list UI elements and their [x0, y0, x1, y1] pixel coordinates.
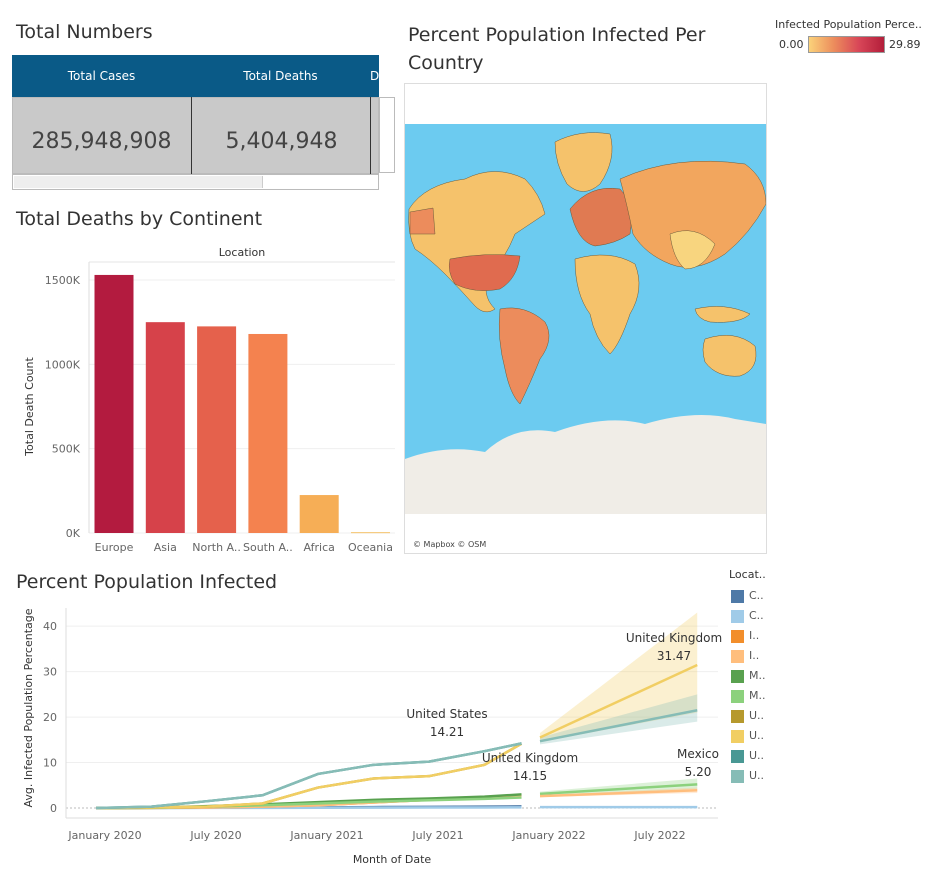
legend-swatch — [731, 650, 744, 663]
line-legend-item[interactable]: I.. — [729, 627, 809, 647]
color-legend: Infected Population Perce.. 0.00 29.89 — [775, 18, 935, 58]
legend-label: M.. — [749, 689, 766, 702]
legend-swatch — [731, 770, 744, 783]
kpi-header-total-cases: Total Cases — [67, 69, 136, 83]
legend-label: C.. — [749, 609, 764, 622]
annotation-name: United States — [406, 707, 487, 721]
kpi-divider — [370, 97, 371, 174]
annotation-value: 31.47 — [657, 649, 691, 663]
bar-y-axis-label: Total Death Count — [23, 357, 36, 457]
kpi-table: Total Cases Total Deaths D 285,948,908 5… — [12, 55, 379, 190]
bar-header: Location — [219, 246, 266, 259]
legend-swatch — [731, 750, 744, 763]
bar-y-tick-label: 1500K — [45, 274, 81, 287]
line-y-axis-label: Avg. Infected Population Percentage — [22, 608, 35, 807]
bar-x-tick-label: Africa — [304, 541, 335, 554]
legend-max: 29.89 — [889, 38, 921, 51]
scrollbar-thumb[interactable] — [14, 176, 263, 188]
line-legend: Locat.. C.. C.. I.. I.. M.. M.. U.. U.. U.. U.. — [729, 568, 809, 787]
map-title: Percent Population Infected Per Country — [408, 21, 705, 77]
annotation-name: Mexico — [677, 747, 719, 761]
kpi-horizontal-scrollbar[interactable] — [12, 174, 379, 190]
map-credit: © Mapbox © OSM — [413, 540, 487, 549]
legend-min: 0.00 — [779, 38, 804, 51]
bar-x-tick-label: Europe — [95, 541, 134, 554]
alaska — [409, 207, 436, 235]
legend-label: U.. — [749, 709, 765, 722]
legend-label: U.. — [749, 729, 765, 742]
line-x-tick-label: July 2022 — [633, 829, 685, 842]
line-legend-item[interactable]: M.. — [729, 687, 809, 707]
legend-swatch — [731, 670, 744, 683]
bar-x-tick-label: South A.. — [243, 541, 293, 554]
bar — [94, 274, 134, 533]
line-y-tick-label: 0 — [50, 802, 57, 815]
legend-label: C.. — [749, 589, 764, 602]
bar-x-tick-label: Asia — [154, 541, 177, 554]
bar — [299, 495, 339, 533]
line-x-tick-label: January 2021 — [289, 829, 363, 842]
legend-label: I.. — [749, 629, 760, 642]
legend-title: Infected Population Perce.. — [775, 18, 922, 31]
line-x-tick-label: January 2022 — [511, 829, 585, 842]
line-y-tick-label: 10 — [43, 757, 57, 770]
line-chart: 0 10 20 30 40 January 2020 July 2020 January 20… — [22, 608, 722, 866]
bar-chart: Location 0K 500K 1000K 1500K Total Death Coun… — [23, 246, 395, 554]
line-legend-title: Locat.. — [729, 568, 766, 581]
kpi-value-total-cases: 285,948,908 — [31, 129, 172, 154]
line-x-tick-label: July 2021 — [411, 829, 463, 842]
kpi-title: Total Numbers — [16, 21, 153, 43]
map-title-line1: Percent Population Infected Per — [408, 24, 706, 46]
legend-label: U.. — [749, 769, 765, 782]
bar — [145, 322, 185, 533]
bar — [351, 532, 390, 534]
kpi-header-total-deaths: Total Deaths — [243, 69, 318, 83]
bar-x-tick-label: Oceania — [348, 541, 393, 554]
line-x-tick-label: July 2020 — [189, 829, 241, 842]
bar-y-tick-label: 1000K — [45, 358, 81, 371]
legend-swatch — [731, 590, 744, 603]
annotation-name: United Kingdom — [482, 751, 578, 765]
line-legend-item[interactable]: C.. — [729, 607, 809, 627]
world-map[interactable]: © Mapbox © OSM — [404, 83, 767, 554]
annotation-value: 14.15 — [513, 769, 547, 783]
bar — [197, 326, 237, 533]
legend-gradient — [808, 36, 885, 53]
annotation-value: 14.21 — [430, 725, 464, 739]
line-x-axis-label: Month of Date — [353, 853, 432, 866]
legend-label: I.. — [749, 649, 760, 662]
bar-y-tick-label: 0K — [66, 527, 81, 540]
annotation-value: 5.20 — [685, 765, 712, 779]
legend-label: U.. — [749, 749, 765, 762]
line-legend-item[interactable]: C.. — [729, 587, 809, 607]
line-x-tick-label: January 2020 — [67, 829, 141, 842]
legend-swatch — [731, 610, 744, 623]
line-y-tick-label: 30 — [43, 666, 57, 679]
line-legend-item[interactable]: I.. — [729, 647, 809, 667]
map-canvas[interactable] — [405, 84, 766, 553]
legend-label: M.. — [749, 669, 766, 682]
legend-swatch — [731, 690, 744, 703]
legend-swatch — [731, 630, 744, 643]
bar-x-tick-label: North A.. — [192, 541, 241, 554]
kpi-header-truncated: D — [370, 69, 379, 83]
line-legend-item[interactable]: U.. — [729, 707, 809, 727]
line-y-tick-label: 40 — [43, 620, 57, 633]
line-legend-item[interactable]: M.. — [729, 667, 809, 687]
line-title: Percent Population Infected — [16, 571, 278, 593]
annotation-name: United Kingdom — [626, 631, 722, 645]
bar-y-tick-label: 500K — [52, 443, 81, 456]
kpi-value-total-deaths: 5,404,948 — [225, 129, 338, 154]
line-legend-item[interactable]: U.. — [729, 747, 809, 767]
line-legend-item[interactable]: U.. — [729, 767, 809, 787]
kpi-vertical-scrollbar[interactable] — [379, 97, 395, 173]
line-y-tick-label: 20 — [43, 711, 57, 724]
map-title-line2: Country — [408, 52, 484, 74]
bar — [248, 333, 288, 533]
line-legend-item[interactable]: U.. — [729, 727, 809, 747]
legend-swatch — [731, 710, 744, 723]
legend-swatch — [731, 730, 744, 743]
